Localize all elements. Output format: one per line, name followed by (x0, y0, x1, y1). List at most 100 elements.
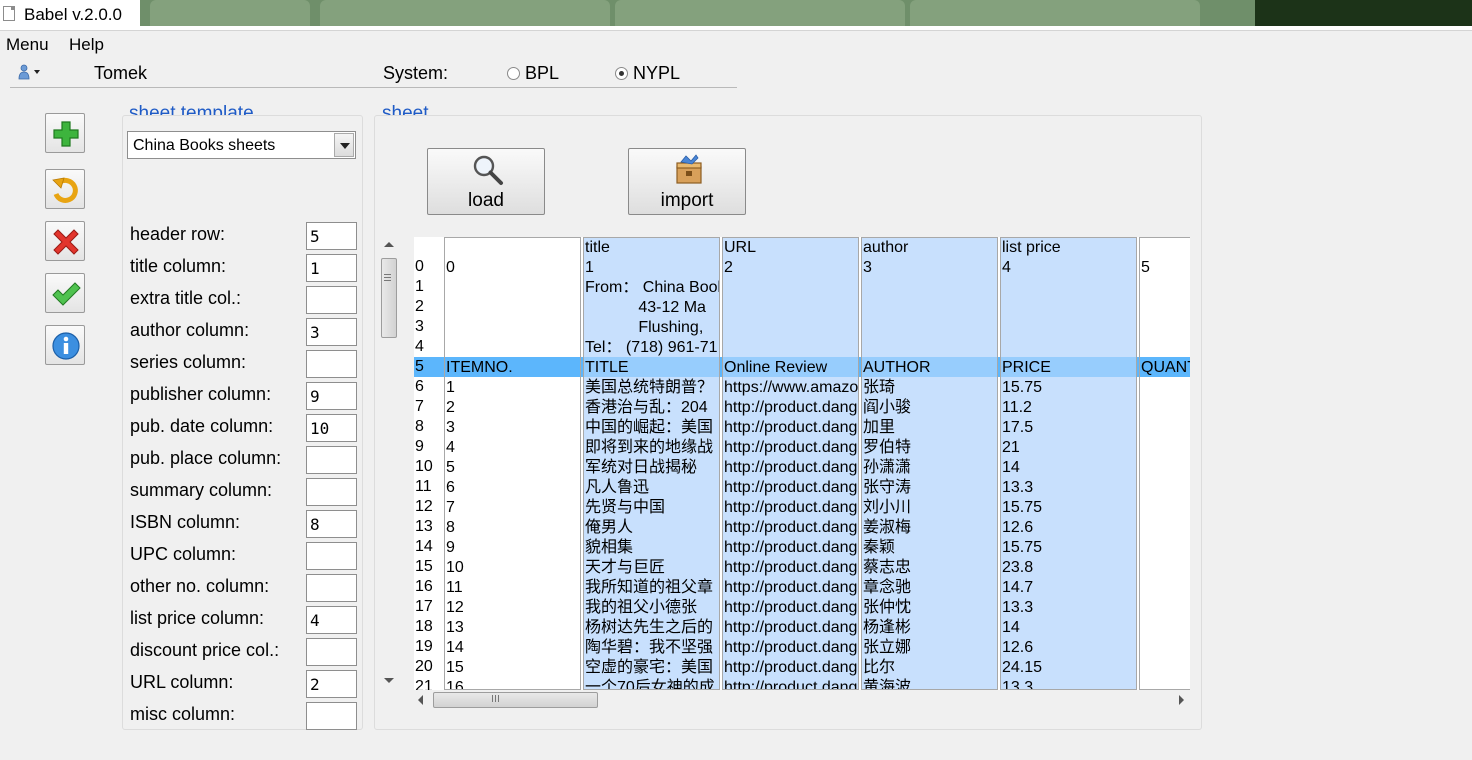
grid-cell[interactable] (1141, 298, 1190, 318)
grid-cell[interactable]: 21 (415, 677, 442, 690)
user-icon[interactable] (18, 64, 40, 80)
grid-cell[interactable] (1141, 558, 1190, 578)
refresh-button[interactable] (45, 169, 85, 209)
grid-cell[interactable] (446, 318, 580, 338)
grid-cell[interactable]: http://product.dang (724, 618, 858, 638)
grid-cell[interactable]: 杨树达先生之后的 (585, 618, 719, 638)
grid-cell[interactable]: http://product.dang (724, 678, 858, 689)
grid-cell[interactable]: http://product.dang (724, 638, 858, 658)
grid-cell[interactable] (1141, 498, 1190, 518)
grid-cell[interactable]: 15 (446, 658, 580, 678)
grid-cell[interactable]: 凡人鲁迅 (585, 478, 719, 498)
grid-cell[interactable] (1141, 438, 1190, 458)
grid-cell[interactable]: 中国的崛起：美国 (585, 418, 719, 438)
scroll-thumb[interactable] (433, 692, 598, 708)
grid-cell[interactable]: 11 (415, 477, 442, 497)
field-input[interactable] (306, 350, 357, 378)
grid-cell[interactable]: 23.8 (1002, 558, 1136, 578)
grid-cell[interactable]: 姜淑梅 (863, 518, 997, 538)
grid-cell[interactable] (1002, 338, 1136, 358)
grid-cell[interactable]: 刘小川 (863, 498, 997, 518)
grid-cell[interactable]: http://product.dang (724, 398, 858, 418)
field-input[interactable]: 9 (306, 382, 357, 410)
grid-cell[interactable]: PRICE (1002, 358, 1136, 378)
grid-cell[interactable] (446, 338, 580, 358)
field-input[interactable] (306, 574, 357, 602)
add-button[interactable] (45, 113, 85, 153)
grid-cell[interactable]: http://product.dang (724, 558, 858, 578)
grid-cell[interactable]: 5 (1141, 258, 1190, 278)
grid-cell[interactable]: 空虚的豪宅：美国 (585, 658, 719, 678)
field-input[interactable]: 3 (306, 318, 357, 346)
scroll-right-icon[interactable] (1179, 695, 1184, 705)
grid-cell[interactable]: 张仲忱 (863, 598, 997, 618)
grid-cell[interactable] (1141, 638, 1190, 658)
field-input[interactable]: 2 (306, 670, 357, 698)
grid-cell[interactable]: 罗伯特 (863, 438, 997, 458)
grid-cell[interactable]: AUTHOR (863, 358, 997, 378)
menu-item-menu[interactable]: Menu (6, 35, 49, 55)
grid-cell[interactable]: 14 (1002, 618, 1136, 638)
grid-cell[interactable]: 0 (415, 257, 442, 277)
grid-cell[interactable] (1141, 598, 1190, 618)
grid-cell[interactable]: 15 (415, 557, 442, 577)
radio-nypl[interactable]: NYPL (615, 63, 680, 84)
grid-cell[interactable]: 美国总统特朗普？ (585, 378, 719, 398)
grid-cell[interactable]: QUANT (1141, 358, 1190, 378)
grid-cell[interactable]: 即将到来的地缘战 (585, 438, 719, 458)
scroll-thumb[interactable] (381, 258, 397, 338)
grid-cell[interactable]: 7 (446, 498, 580, 518)
grid-cell[interactable]: 10 (415, 457, 442, 477)
grid-cell[interactable]: 1 (446, 378, 580, 398)
grid-cell[interactable]: 15.75 (1002, 538, 1136, 558)
field-input[interactable] (306, 478, 357, 506)
grid-cell[interactable] (446, 278, 580, 298)
grid-cell[interactable]: http://product.dang (724, 538, 858, 558)
field-input[interactable] (306, 702, 357, 730)
grid-cell[interactable]: 19 (415, 637, 442, 657)
grid-cell[interactable]: TITLE (585, 358, 719, 378)
save-button[interactable] (45, 273, 85, 313)
grid-cell[interactable]: 13 (415, 517, 442, 537)
grid-cell[interactable] (724, 278, 858, 298)
grid-cell[interactable]: 2 (446, 398, 580, 418)
grid-cell[interactable] (1141, 518, 1190, 538)
grid-cell[interactable]: 0 (446, 258, 580, 278)
grid-cell[interactable]: 比尔 (863, 658, 997, 678)
grid-cell[interactable] (863, 338, 997, 358)
grid-cell[interactable]: 16 (415, 577, 442, 597)
grid-cell[interactable]: 张守涛 (863, 478, 997, 498)
grid-cell[interactable]: 陶华碧：我不坚强 (585, 638, 719, 658)
vertical-scrollbar[interactable] (380, 238, 398, 689)
grid-cell[interactable] (415, 237, 442, 257)
grid-cell[interactable]: 15.75 (1002, 378, 1136, 398)
grid-cell[interactable]: list price (1002, 238, 1136, 258)
grid-cell[interactable]: 12 (415, 497, 442, 517)
import-button[interactable]: import (628, 148, 746, 215)
grid-cell[interactable] (1141, 578, 1190, 598)
grid-cell[interactable]: 1 (585, 258, 719, 278)
grid-cell[interactable]: 3 (863, 258, 997, 278)
template-select[interactable]: China Books sheets (127, 131, 356, 159)
grid-cell[interactable] (1141, 478, 1190, 498)
grid-cell[interactable] (1141, 238, 1190, 258)
grid-cell[interactable]: 章念驰 (863, 578, 997, 598)
menu-item-help[interactable]: Help (69, 35, 104, 55)
grid-cell[interactable] (1141, 458, 1190, 478)
grid-cell[interactable]: 21 (1002, 438, 1136, 458)
grid-cell[interactable]: 43-12 Ma (585, 298, 719, 318)
grid-cell[interactable]: 12.6 (1002, 638, 1136, 658)
grid-cell[interactable]: 俺男人 (585, 518, 719, 538)
grid-cell[interactable]: http://product.dang (724, 518, 858, 538)
grid-cell[interactable]: http://product.dang (724, 478, 858, 498)
grid-cell[interactable] (1141, 378, 1190, 398)
grid-cell[interactable]: 11 (446, 578, 580, 598)
grid-cell[interactable]: 张琦 (863, 378, 997, 398)
grid-cell[interactable] (1141, 418, 1190, 438)
grid-cell[interactable]: Online Review (724, 358, 858, 378)
grid-cell[interactable] (724, 298, 858, 318)
grid-cell[interactable]: 5 (415, 357, 442, 377)
grid-cell[interactable] (863, 318, 997, 338)
grid-cell[interactable] (446, 238, 580, 258)
grid-cell[interactable]: http://product.dang (724, 418, 858, 438)
